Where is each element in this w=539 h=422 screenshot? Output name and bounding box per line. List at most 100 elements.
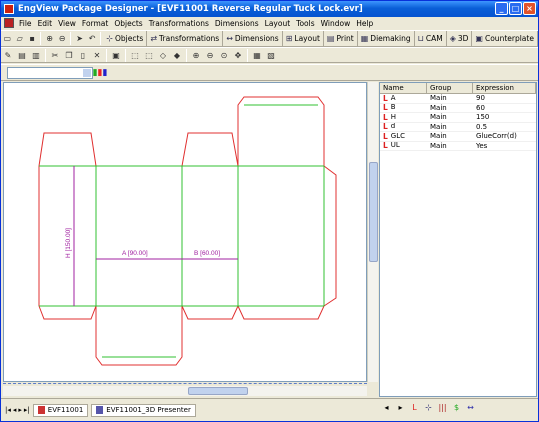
status-bar: |◂ ◂ ▸ ▸| EVF11001 EVF11001_3D Presenter… — [1, 398, 538, 421]
menu-transformations[interactable]: Transformations — [146, 19, 212, 28]
minimize-button[interactable]: _ — [495, 2, 508, 15]
parameters-tab-icon[interactable]: L — [409, 403, 420, 412]
paste-icon[interactable]: ▯ — [77, 49, 89, 61]
dust-flap-mid-bottom[interactable] — [181, 305, 239, 320]
vertical-scroll-thumb[interactable] — [369, 162, 378, 262]
parameter-row[interactable]: L GLC Main GlueCorr(d) — [380, 132, 536, 142]
line-type-select[interactable] — [7, 66, 93, 79]
tab-transformations[interactable]: ⇄ Transformations — [147, 31, 224, 46]
delete-icon[interactable]: ✕ — [91, 49, 103, 61]
layer-settings-icon[interactable]: ▧ — [265, 49, 277, 61]
region-zoom-icon[interactable]: ⬚ — [143, 49, 155, 61]
save-icon[interactable]: ▪ — [27, 33, 37, 45]
open-folder-icon[interactable]: ▱ — [14, 33, 24, 45]
frame-icon[interactable]: ▣ — [110, 49, 122, 61]
tuck-flap-top[interactable] — [237, 96, 325, 166]
zoom-window-icon[interactable]: ⊖ — [204, 49, 216, 61]
package-drawing[interactable]: H [150.00] A [90.00] B [60.00] — [4, 83, 366, 381]
dust-flap-left-bottom[interactable] — [38, 305, 97, 320]
vertical-scrollbar[interactable] — [367, 82, 378, 382]
menu-help[interactable]: Help — [353, 19, 376, 28]
pan-icon[interactable]: ✥ — [232, 49, 244, 61]
new-file-icon[interactable]: ▭ — [2, 33, 12, 45]
zoom-out-icon[interactable]: ⊖ — [57, 33, 67, 45]
tab-3d[interactable]: ◈ 3D — [447, 31, 473, 46]
header-expression[interactable]: Expression — [473, 83, 536, 93]
next-panel-icon[interactable]: ▸ — [395, 403, 406, 412]
document-icon[interactable] — [4, 18, 14, 28]
parameter-icon: L — [383, 113, 388, 122]
document-tab-3d-presenter[interactable]: EVF11001_3D Presenter — [91, 403, 196, 417]
parameter-expression[interactable]: 0.5 — [473, 123, 536, 132]
prev-doc-icon[interactable]: ◂ — [13, 406, 17, 414]
horizontal-scroll-thumb[interactable] — [188, 387, 248, 395]
menu-view[interactable]: View — [55, 19, 79, 28]
next-doc-icon[interactable]: ▸ — [18, 406, 22, 414]
objects-tab-icon[interactable]: ⊹ — [423, 403, 434, 412]
select-arrow-icon[interactable]: ➤ — [74, 33, 84, 45]
document-tab-evf11001[interactable]: EVF11001 — [32, 403, 89, 417]
line-color-icon[interactable]: ▮ ▮ ▮ — [93, 67, 108, 79]
layer-icon[interactable]: ▦ — [251, 49, 263, 61]
first-doc-icon[interactable]: |◂ — [5, 406, 11, 414]
dust-flap-right-bottom[interactable] — [237, 305, 325, 320]
parameter-expression[interactable]: 90 — [473, 94, 536, 103]
close-button[interactable]: × — [523, 2, 536, 15]
parameter-expression[interactable]: Yes — [473, 142, 536, 151]
parameter-expression[interactable]: 150 — [473, 113, 536, 122]
tuck-flap-bottom[interactable] — [95, 306, 183, 366]
first-panel-icon[interactable]: ◂ — [381, 403, 392, 412]
dust-flap-left-top[interactable] — [38, 132, 97, 167]
menu-edit[interactable]: Edit — [35, 19, 56, 28]
parameter-row[interactable]: L B Main 60 — [380, 104, 536, 113]
parameter-name-text: UL — [390, 141, 400, 150]
region-select-icon[interactable]: ⬚ — [129, 49, 141, 61]
zoom-in-icon[interactable]: ⊕ — [44, 33, 54, 45]
copy-icon[interactable]: ❐ — [63, 49, 75, 61]
tab-print[interactable]: ▤ Print — [324, 31, 358, 46]
header-group[interactable]: Group — [427, 83, 473, 93]
tab-layout[interactable]: ⊞ Layout — [283, 31, 324, 46]
dust-flap-mid-top[interactable] — [181, 132, 239, 167]
separator — [40, 32, 42, 45]
separator — [70, 32, 72, 45]
tab-dimensions[interactable]: ↔ Dimensions — [223, 31, 283, 46]
glue-flap[interactable] — [323, 165, 337, 307]
tab-label: 3D — [457, 34, 469, 43]
print-preview-icon[interactable]: ▤ — [16, 49, 28, 61]
parameter-row[interactable]: L H Main 150 — [380, 113, 536, 123]
zoom-all-icon[interactable]: ⊙ — [218, 49, 230, 61]
menu-dimensions[interactable]: Dimensions — [212, 19, 262, 28]
tab-diemaking[interactable]: ▦ Diemaking — [358, 31, 415, 46]
node-select-icon[interactable]: ◆ — [171, 49, 183, 61]
maximize-button[interactable]: □ — [509, 2, 522, 15]
undo-icon[interactable]: ↶ — [87, 33, 97, 45]
drawing-canvas[interactable]: H [150.00] A [90.00] B [60.00] — [3, 82, 367, 382]
node-icon[interactable]: ◇ — [157, 49, 169, 61]
dimensions-tab-icon[interactable]: ↔ — [465, 403, 476, 412]
menu-tools[interactable]: Tools — [293, 19, 317, 28]
menu-objects[interactable]: Objects — [111, 19, 145, 28]
menu-layout[interactable]: Layout — [262, 19, 294, 28]
tab-objects[interactable]: ⊹ Objects — [103, 31, 148, 46]
parameter-row[interactable]: L A Main 90 — [380, 94, 536, 104]
pen-icon[interactable]: ✎ — [2, 49, 14, 61]
tab-counterplate[interactable]: ▣ Counterplate — [472, 31, 538, 46]
tab-cam[interactable]: ⊔ CAM — [415, 31, 447, 46]
menu-file[interactable]: File — [16, 19, 35, 28]
layers-tab-icon[interactable]: ||| — [437, 403, 448, 412]
menu-window[interactable]: Window — [318, 19, 354, 28]
menu-format[interactable]: Format — [79, 19, 111, 28]
horizontal-scrollbar[interactable] — [3, 386, 367, 396]
parameters-panel: Name Group Expression L A Main 90 L B Main 60 L H… — [379, 82, 537, 397]
print-icon[interactable]: ▥ — [30, 49, 42, 61]
header-name[interactable]: Name — [380, 83, 427, 93]
parameter-row[interactable]: Ld Main 0.5 — [380, 123, 536, 132]
styles-tab-icon[interactable]: $ — [451, 403, 462, 412]
parameter-row[interactable]: L UL Main Yes — [380, 141, 536, 151]
parameter-expression[interactable]: GlueCorr(d) — [473, 132, 536, 141]
last-doc-icon[interactable]: ▸| — [24, 406, 30, 414]
parameter-expression[interactable]: 60 — [473, 104, 536, 113]
cut-icon[interactable]: ✂ — [49, 49, 61, 61]
zoom-tool-icon[interactable]: ⊕ — [190, 49, 202, 61]
